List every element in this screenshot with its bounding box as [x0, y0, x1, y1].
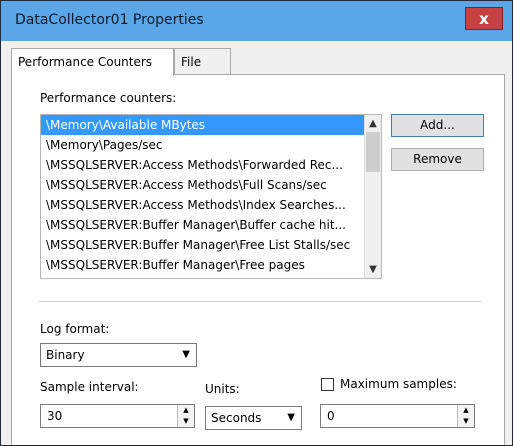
- spin-down-icon[interactable]: ▼: [458, 416, 474, 427]
- log-format-label: Log format:: [40, 322, 110, 336]
- list-item-7[interactable]: \MSSQLSERVER:Buffer Manager\Free pages: [41, 255, 364, 275]
- list-item-5[interactable]: \MSSQLSERVER:Buffer Manager\Buffer cache…: [41, 215, 364, 235]
- properties-dialog: DataCollector01 Properties x Performance…: [0, 0, 513, 446]
- list-scrollbar[interactable]: ▲ ▼: [364, 115, 381, 278]
- remove-button[interactable]: Remove: [391, 148, 484, 171]
- maximum-samples-value: 0: [327, 409, 335, 423]
- spin-down-icon[interactable]: ▼: [178, 416, 194, 427]
- maximum-samples-label: Maximum samples:: [340, 377, 457, 391]
- tab-performance-counters[interactable]: Performance Counters: [11, 48, 174, 76]
- list-item-0[interactable]: \Memory\Available MBytes: [41, 115, 364, 135]
- maximum-samples-stepper[interactable]: 0 ▲ ▼: [320, 404, 475, 428]
- sample-interval-stepper[interactable]: 30 ▲ ▼: [40, 404, 195, 428]
- list-item-3[interactable]: \MSSQLSERVER:Access Methods\Full Scans/s…: [41, 175, 364, 195]
- chevron-down-icon: ▼: [287, 412, 295, 423]
- list-item-6[interactable]: \MSSQLSERVER:Buffer Manager\Free List St…: [41, 235, 364, 255]
- maximum-samples-spin-buttons: ▲ ▼: [457, 405, 474, 427]
- tab-panel: Performance counters: \Memory\Available …: [11, 74, 505, 445]
- list-item-4[interactable]: \MSSQLSERVER:Access Methods\Index Search…: [41, 195, 364, 215]
- units-label: Units:: [205, 382, 240, 396]
- window-title: DataCollector01 Properties: [15, 12, 204, 28]
- units-value: Seconds: [211, 411, 262, 425]
- log-format-select[interactable]: Binary ▼: [40, 343, 197, 367]
- close-button[interactable]: x: [465, 7, 503, 30]
- add-button[interactable]: Add...: [391, 114, 484, 137]
- units-select[interactable]: Seconds ▼: [205, 406, 302, 430]
- sample-interval-label: Sample interval:: [40, 380, 139, 394]
- counter-items: \Memory\Available MBytes \Memory\Pages/s…: [41, 115, 364, 275]
- sample-interval-value: 30: [47, 409, 63, 423]
- scroll-up-icon[interactable]: ▲: [365, 115, 381, 132]
- maximum-samples-checkbox[interactable]: [321, 378, 334, 391]
- section-divider: [39, 301, 481, 302]
- title-bar: DataCollector01 Properties x: [1, 1, 512, 41]
- list-item-2[interactable]: \MSSQLSERVER:Access Methods\Forwarded Re…: [41, 155, 364, 175]
- chevron-down-icon: ▼: [182, 349, 190, 360]
- list-item-1[interactable]: \Memory\Pages/sec: [41, 135, 364, 155]
- scroll-thumb[interactable]: [366, 132, 380, 172]
- log-format-value: Binary: [46, 348, 85, 362]
- tab-file[interactable]: File: [174, 48, 231, 74]
- performance-counters-list[interactable]: \Memory\Available MBytes \Memory\Pages/s…: [40, 114, 382, 279]
- scroll-down-icon[interactable]: ▼: [365, 261, 381, 278]
- sample-interval-spin-buttons: ▲ ▼: [177, 405, 194, 427]
- performance-counters-label: Performance counters:: [40, 91, 177, 105]
